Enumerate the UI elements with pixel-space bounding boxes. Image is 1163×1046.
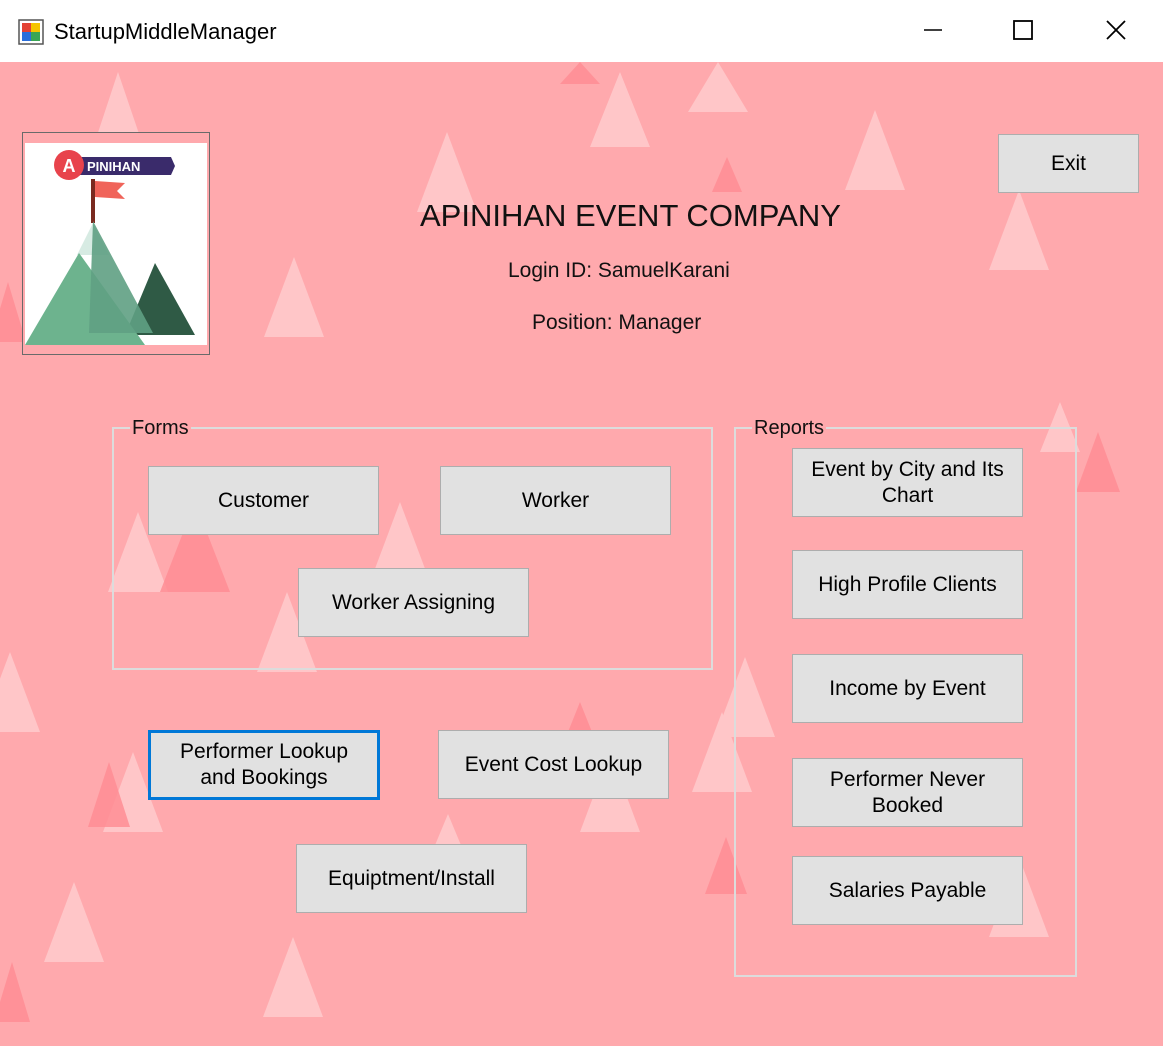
worker-assigning-button[interactable]: Worker Assigning	[298, 568, 529, 637]
login-id-label: Login ID: SamuelKarani	[508, 259, 730, 282]
maximize-button[interactable]	[1000, 8, 1046, 52]
close-icon	[1106, 20, 1126, 40]
company-logo: A PINIHAN	[22, 132, 210, 355]
high-profile-clients-button[interactable]: High Profile Clients	[792, 550, 1023, 619]
mountain-flag-logo: A PINIHAN	[25, 150, 195, 345]
customer-button[interactable]: Customer	[148, 466, 379, 535]
logo-letter: A	[63, 156, 76, 176]
event-by-city-button[interactable]: Event by City and Its Chart	[792, 448, 1023, 517]
logo-text: PINIHAN	[87, 159, 140, 174]
main-form: A PINIHAN APINIHAN EVENT COMPANY Login I…	[0, 62, 1163, 1046]
salaries-payable-button[interactable]: Salaries Payable	[792, 856, 1023, 925]
worker-button[interactable]: Worker	[440, 466, 671, 535]
performer-lookup-button[interactable]: Performer Lookup and Bookings	[148, 730, 380, 800]
position-label: Position: Manager	[532, 311, 702, 334]
minimize-icon	[924, 29, 942, 31]
equipment-install-button[interactable]: Equiptment/Install	[296, 844, 527, 913]
minimize-button[interactable]	[910, 8, 956, 52]
income-by-event-button[interactable]: Income by Event	[792, 654, 1023, 723]
event-cost-lookup-button[interactable]: Event Cost Lookup	[438, 730, 669, 799]
company-name: APINIHAN EVENT COMPANY	[420, 198, 841, 233]
close-button[interactable]	[1093, 8, 1139, 52]
maximize-icon	[1013, 20, 1033, 40]
performer-never-booked-button[interactable]: Performer Never Booked	[792, 758, 1023, 827]
forms-group-label: Forms	[130, 417, 191, 439]
app-icon	[18, 19, 44, 45]
window-title: StartupMiddleManager	[54, 19, 277, 44]
exit-button[interactable]: Exit	[998, 134, 1139, 193]
reports-group-label: Reports	[752, 417, 827, 439]
title-bar: StartupMiddleManager	[0, 0, 1163, 62]
